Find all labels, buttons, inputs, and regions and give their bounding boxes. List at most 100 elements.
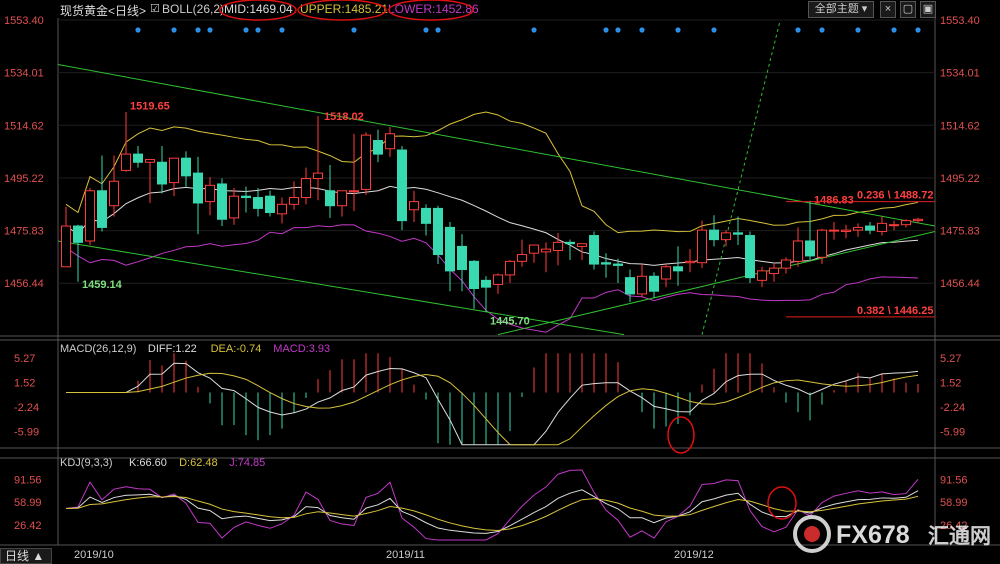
candle-body: [133, 153, 143, 163]
candle-body: [517, 254, 527, 262]
event-marker-dot: [915, 27, 921, 33]
candle-body: [625, 277, 635, 295]
macd-legend-item: MACD:3.93: [273, 343, 330, 355]
macd-ytick-left: 1.52: [14, 378, 35, 390]
price-annotation: 1519.65: [130, 101, 170, 113]
candle-body: [505, 260, 515, 276]
legend-highlight-ellipse: [388, 0, 474, 21]
candle-body: [649, 275, 659, 292]
event-marker-dot: [855, 27, 861, 33]
event-marker-dot: [351, 27, 357, 33]
candle-body: [877, 222, 887, 232]
candle-body: [601, 262, 611, 265]
kdj-legend-item: D:62.48: [179, 457, 218, 469]
candle-body: [313, 172, 323, 180]
watermark-brand: FX678: [836, 521, 910, 549]
main-ytick-left: 1456.44: [4, 278, 44, 290]
event-marker-dot: [207, 27, 213, 33]
candle-body: [637, 275, 647, 295]
candle-body: [829, 229, 839, 232]
candle-body: [589, 235, 599, 265]
kdj-legend-item: KDJ(9,3,3): [60, 457, 113, 469]
kdj-legend-item: J:74.85: [229, 457, 265, 469]
event-marker-dot: [675, 27, 681, 33]
macd-ytick-right: 1.52: [940, 378, 961, 390]
candle-body: [577, 243, 587, 247]
candle-body: [253, 197, 263, 209]
main-ytick-left: 1495.22: [4, 173, 44, 185]
macd-legend-item: MACD(26,12,9): [60, 343, 136, 355]
candle-body: [397, 149, 407, 222]
macd-diff-line: [66, 362, 919, 446]
candle-body: [697, 229, 707, 264]
event-marker-dot: [279, 27, 285, 33]
event-marker-dot: [531, 27, 537, 33]
candle-body: [349, 190, 359, 193]
kdj-ytick-right: 58.99: [940, 497, 968, 509]
kdj-ytick-left: 58.99: [14, 497, 42, 509]
candle-body: [325, 190, 335, 207]
candle-body: [841, 229, 851, 232]
candle-body: [913, 218, 923, 222]
candle-body: [613, 263, 623, 266]
macd-dea-line: [66, 372, 919, 446]
candle-body: [709, 229, 719, 241]
candle-body: [361, 134, 371, 190]
candle-body: [181, 157, 191, 177]
candle-body: [205, 184, 215, 203]
main-ytick-right: 1534.01: [940, 68, 980, 80]
macd-legend-item: DIFF:1.22: [148, 343, 197, 355]
macd-ytick-left: 5.27: [14, 353, 35, 365]
main-ytick-left: 1553.40: [4, 15, 44, 27]
candle-body: [817, 229, 827, 258]
macd-ytick-left: -2.24: [14, 402, 39, 414]
candle-body: [541, 248, 551, 253]
candle-body: [889, 224, 899, 227]
candle-body: [553, 241, 563, 251]
event-marker-dot: [711, 27, 717, 33]
event-marker-dot: [255, 27, 261, 33]
candle-body: [277, 203, 287, 215]
kdj-ytick-left: 26.42: [14, 520, 42, 532]
candle-body: [781, 259, 791, 269]
fib-level-label: 0.382 \ 1446.25: [857, 305, 933, 317]
candle-body: [769, 267, 779, 275]
legend-highlight-ellipse: [219, 0, 297, 21]
period-tab[interactable]: 日线 ▲: [0, 548, 52, 564]
candle-body: [109, 180, 119, 207]
candle-body: [301, 178, 311, 199]
candle-body: [289, 197, 299, 205]
candle-body: [145, 159, 155, 163]
candle-body: [853, 226, 863, 231]
price-annotation: 1445.70: [490, 315, 530, 327]
event-marker-dot: [171, 27, 177, 33]
event-marker-dot: [615, 27, 621, 33]
candle-body: [721, 232, 731, 241]
candle-body: [373, 140, 383, 155]
watermark-cn: 汇通网: [928, 525, 990, 548]
main-ytick-right: 1514.62: [940, 120, 980, 132]
event-marker-dot: [795, 27, 801, 33]
candle-body: [661, 266, 671, 280]
candle-body: [433, 207, 443, 256]
chart-canvas: 1553.40 1553.40 1534.01 1534.01 1514.62 1514.…: [0, 0, 1000, 561]
fx678-watermark: FX678 汇通网: [793, 515, 990, 553]
candle-body: [673, 266, 683, 272]
chart-root: 现货黄金<日线> ☑ BOLL(26,2) MID:1469.04 UPPER:…: [0, 0, 1000, 564]
kdj-ytick-right: 91.56: [940, 474, 968, 486]
fib-level-label: 0.236 \ 1488.72: [857, 190, 933, 202]
candle-body: [493, 274, 503, 285]
macd-legend-item: DEA:-0.74: [211, 343, 262, 355]
candle-body: [685, 260, 695, 264]
event-marker-dot: [819, 27, 825, 33]
candle-body: [97, 190, 107, 228]
candle-body: [229, 195, 239, 219]
main-ytick-left: 1534.01: [4, 68, 44, 80]
candle-body: [757, 270, 767, 281]
candle-body: [61, 225, 71, 268]
candle-body: [805, 240, 815, 257]
xtick-month: 2019/12: [674, 549, 714, 561]
kdj-ytick-left: 91.56: [14, 474, 42, 486]
event-marker-dot: [639, 27, 645, 33]
candle-body: [85, 190, 95, 242]
